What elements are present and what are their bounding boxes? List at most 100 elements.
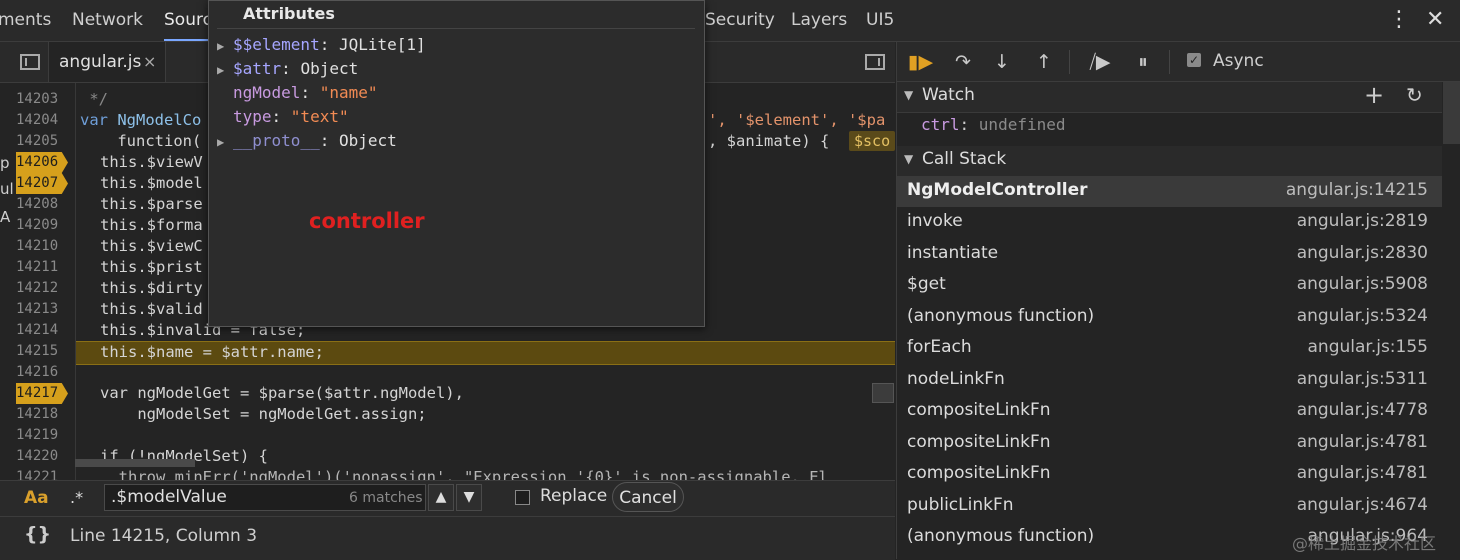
call-frame[interactable]: compositeLinkFn angular.js:4781	[897, 428, 1442, 459]
tab-security[interactable]: Security	[705, 0, 775, 41]
edge-text: ul	[0, 180, 14, 198]
call-stack-section-header[interactable]: ▼ Call Stack	[897, 146, 1442, 177]
sidebar-scrollbar[interactable]	[1443, 82, 1460, 144]
edge-text: A	[0, 208, 11, 226]
tab-ui5[interactable]: UI5	[866, 0, 894, 41]
add-watch-icon[interactable]: +	[1364, 81, 1384, 109]
collapse-arrow-icon: ▼	[904, 88, 914, 102]
vertical-scrollbar-thumb[interactable]	[872, 383, 894, 403]
popover-title: Attributes	[243, 4, 335, 23]
breakpoint-line-number[interactable]: 14217	[16, 383, 68, 404]
search-query: .$modelValue	[111, 487, 227, 507]
previous-match-button[interactable]: ▲	[428, 484, 454, 511]
next-match-button[interactable]: ▼	[456, 484, 482, 511]
call-stack-title: Call Stack	[922, 149, 1007, 169]
tab-network[interactable]: Network	[72, 0, 143, 41]
watch-expression[interactable]: ctrl: undefined	[921, 115, 1066, 134]
resume-icon[interactable]: ▮▶	[908, 51, 933, 73]
current-execution-line: this.$name = $attr.name;	[100, 343, 324, 361]
property-row-element[interactable]: ▶ $$element: JQLite[1]	[217, 33, 426, 57]
expand-arrow-icon[interactable]: ▶	[217, 58, 233, 82]
pretty-print-icon[interactable]: {}	[24, 523, 51, 545]
collapse-arrow-icon: ▼	[904, 152, 914, 166]
property-row-proto[interactable]: ▶ __proto__: Object	[217, 129, 397, 153]
line-number[interactable]: 14203	[16, 89, 70, 110]
code-line: this.$viewV	[100, 153, 203, 171]
code-line: this.$model	[100, 174, 203, 192]
close-devtools-icon[interactable]: ✕	[1426, 5, 1444, 35]
call-frame[interactable]: instantiate angular.js:2830	[897, 239, 1442, 270]
refresh-icon[interactable]: ↻	[1406, 83, 1423, 107]
tab-sources[interactable]: Sourc	[164, 0, 212, 41]
call-frame[interactable]: invoke angular.js:2819	[897, 207, 1442, 238]
expand-arrow-icon[interactable]: ▶	[217, 34, 233, 58]
breakpoint-line-number[interactable]: 14207	[16, 173, 68, 194]
file-tab-angular[interactable]: angular.js ×	[48, 42, 166, 82]
step-out-icon[interactable]: ↑	[1035, 51, 1053, 73]
line-number[interactable]: 14211	[16, 257, 70, 278]
code-line: this.$parse	[100, 195, 203, 213]
call-frame[interactable]: publicLinkFn angular.js:4674	[897, 491, 1442, 522]
line-number[interactable]: 14212	[16, 278, 70, 299]
breakpoint-line-number[interactable]: 14206	[16, 152, 68, 173]
pause-on-exceptions-icon[interactable]: ⏸	[1130, 51, 1156, 73]
deactivate-breakpoints-icon[interactable]: ⧸▶	[1085, 51, 1115, 73]
horizontal-scrollbar[interactable]	[75, 459, 195, 467]
line-number[interactable]: 14204	[16, 110, 70, 131]
async-checkbox[interactable]: ✓	[1187, 53, 1201, 67]
watch-section-header[interactable]: ▼ Watch + ↻	[897, 81, 1442, 113]
step-into-icon[interactable]: ↓	[993, 51, 1011, 73]
call-frame[interactable]: NgModelController angular.js:14215	[897, 176, 1442, 207]
line-number[interactable]: 14208	[16, 194, 70, 215]
watermark: @稀土掘金技术社区	[1292, 534, 1437, 553]
line-number[interactable]: 14213	[16, 299, 70, 320]
async-label: Async	[1213, 51, 1264, 71]
property-row-attr[interactable]: ▶ $attr: Object	[217, 57, 358, 81]
call-frame[interactable]: nodeLinkFn angular.js:5311	[897, 365, 1442, 396]
call-frame[interactable]: forEach angular.js:155	[897, 333, 1442, 364]
line-number[interactable]: 14210	[16, 236, 70, 257]
line-number[interactable]: 14215	[16, 341, 70, 362]
toggle-debugger-icon[interactable]	[865, 54, 885, 70]
close-tab-icon[interactable]: ×	[143, 42, 156, 82]
expand-arrow-icon[interactable]: ▶	[217, 130, 233, 154]
search-input[interactable]: .$modelValue 6 matches	[104, 484, 426, 511]
debugger-sidebar: ▮▶ ↷ ↓ ↑ ⧸▶ ⏸ ✓ Async ▼ Watch + ↻ ctrl: …	[896, 42, 1460, 559]
cancel-button[interactable]: Cancel	[612, 482, 684, 512]
line-number[interactable]: 14216	[16, 362, 70, 383]
attributes-popover[interactable]: Attributes ▶ $$element: JQLite[1] ▶ $attr:…	[208, 0, 705, 327]
code-line: throw minErr('ngModel')('nonassign', "Ex…	[100, 468, 828, 480]
code-line: ngModelSet = ngModelGet.assign;	[100, 405, 427, 423]
divider	[1169, 50, 1170, 74]
tab-layers[interactable]: Layers	[791, 0, 847, 41]
line-number[interactable]: 14221	[16, 467, 70, 480]
call-frame[interactable]: compositeLinkFn angular.js:4781	[897, 459, 1442, 490]
code-line: this.$forma	[100, 216, 203, 234]
replace-checkbox[interactable]	[515, 490, 530, 505]
code-line-fragment: , $animate) {	[708, 132, 830, 150]
code-line: this.$dirty	[100, 279, 203, 297]
line-number[interactable]: 14219	[16, 425, 70, 446]
file-tab-label: angular.js	[59, 52, 142, 72]
debugger-toolbar: ▮▶ ↷ ↓ ↑ ⧸▶ ⏸ ✓ Async	[897, 42, 1460, 82]
property-row-type: type: "text"	[233, 107, 349, 126]
annotation-label: controller	[309, 209, 425, 233]
tab-elements[interactable]: ments	[0, 0, 51, 41]
call-frame[interactable]: compositeLinkFn angular.js:4778	[897, 396, 1442, 427]
line-number[interactable]: 14205	[16, 131, 70, 152]
line-number[interactable]: 14214	[16, 320, 70, 341]
line-number[interactable]: 14218	[16, 404, 70, 425]
line-number[interactable]: 14220	[16, 446, 70, 467]
match-case-toggle[interactable]: Aa	[24, 488, 49, 508]
more-options-icon[interactable]: ⋮	[1388, 6, 1410, 34]
call-frame[interactable]: $get angular.js:5908	[897, 270, 1442, 301]
regex-toggle[interactable]: .*	[70, 488, 83, 507]
code-line-fragment: ', '$element', '$pa	[708, 111, 886, 129]
line-number[interactable]: 14209	[16, 215, 70, 236]
match-count: 6 matches	[349, 490, 423, 506]
code-line: var ngModelGet = $parse($attr.ngModel),	[100, 384, 464, 402]
toggle-navigator-icon[interactable]	[20, 54, 40, 70]
call-frame[interactable]: (anonymous function) angular.js:5324	[897, 302, 1442, 333]
step-over-icon[interactable]: ↷	[949, 51, 977, 73]
code-line: this.$valid	[100, 300, 203, 318]
